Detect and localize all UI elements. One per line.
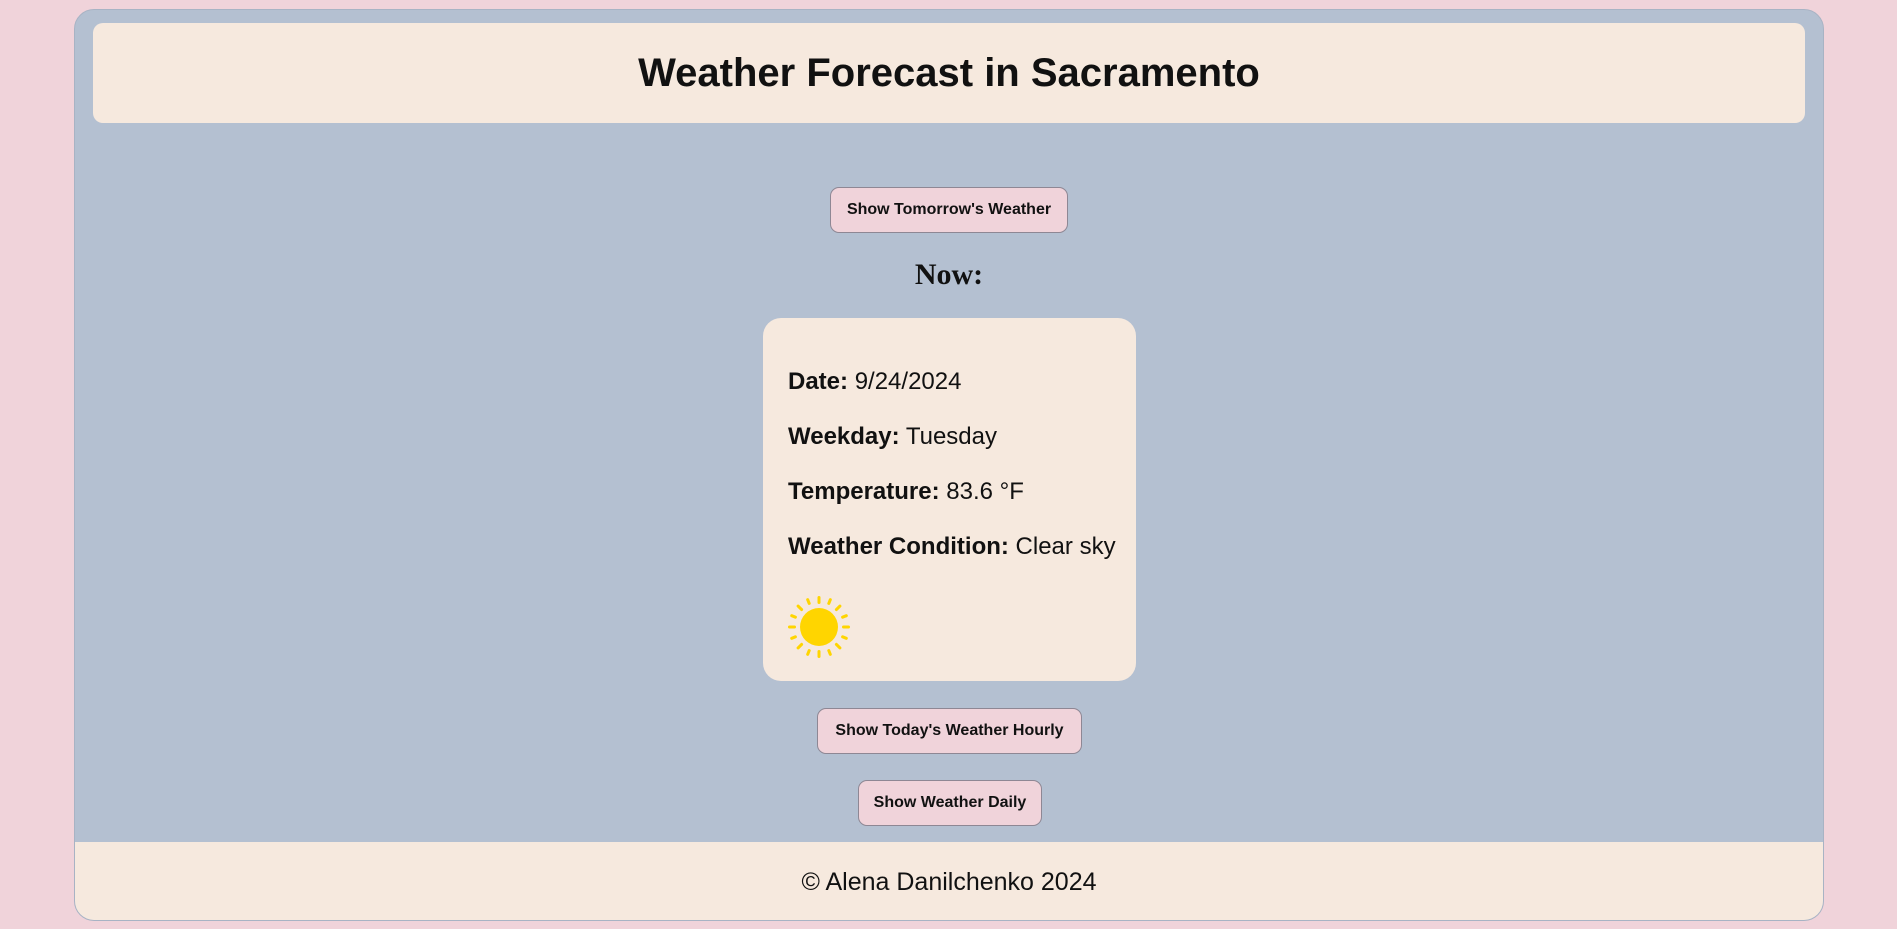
footer-copyright: © Alena Danilchenko 2024 [801, 867, 1097, 896]
app-container: Weather Forecast in Sacramento Show Tomo… [74, 9, 1824, 921]
weekday-value: Tuesday [905, 423, 998, 450]
weekday-row: Weekday: Tuesday [788, 423, 1136, 478]
footer: © Alena Danilchenko 2024 [75, 842, 1823, 920]
date-row: Date: 9/24/2024 [788, 368, 1136, 423]
page-title: Weather Forecast in Sacramento [638, 50, 1260, 95]
temperature-row: Temperature: 83.6 °F [788, 478, 1136, 533]
condition-row: Weather Condition: Clear sky [788, 533, 1136, 588]
show-tomorrow-weather-button[interactable]: Show Tomorrow's Weather [830, 187, 1068, 233]
weekday-label: Weekday: [788, 423, 900, 450]
current-weather-card: Date: 9/24/2024 Weekday: Tuesday Tempera… [763, 318, 1136, 681]
temperature-value: 83.6 °F [946, 478, 1024, 505]
condition-value: Clear sky [1015, 533, 1116, 560]
now-heading: Now: [914, 258, 984, 291]
date-value: 9/24/2024 [854, 368, 962, 395]
header: Weather Forecast in Sacramento [93, 23, 1805, 123]
show-today-hourly-button[interactable]: Show Today's Weather Hourly [817, 708, 1082, 754]
show-weather-daily-button[interactable]: Show Weather Daily [858, 780, 1042, 826]
sun-icon [788, 596, 850, 658]
date-label: Date: [788, 368, 849, 395]
temperature-label: Temperature: [788, 478, 940, 505]
condition-label: Weather Condition: [788, 533, 1009, 560]
